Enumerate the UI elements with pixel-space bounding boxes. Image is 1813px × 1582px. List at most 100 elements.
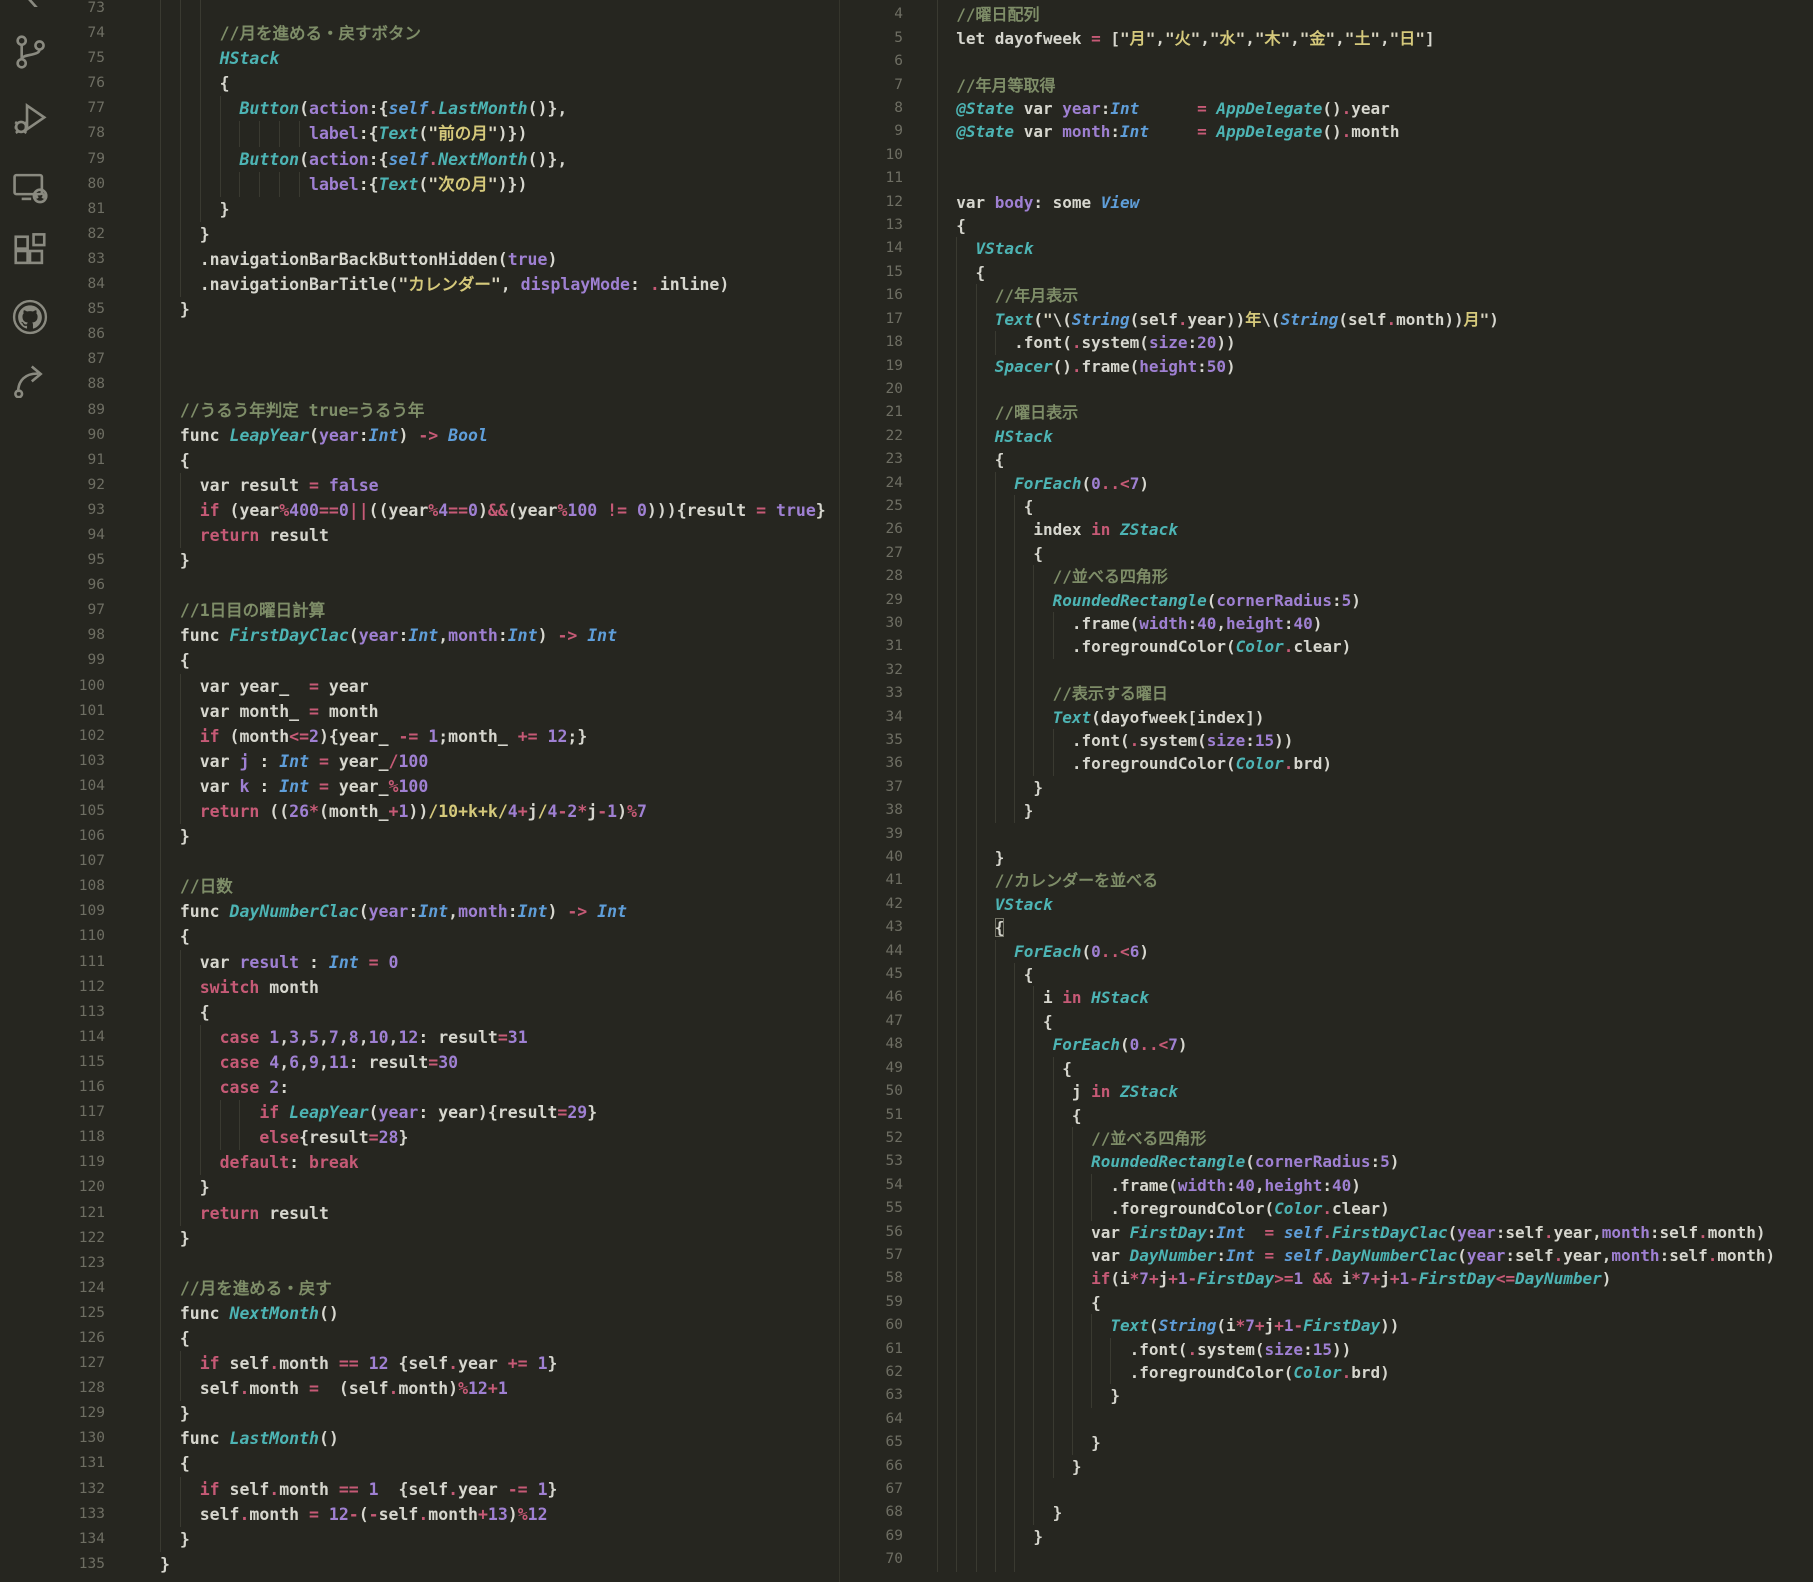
code-line[interactable]: 43 {: [840, 916, 1813, 939]
line-number[interactable]: 17: [840, 308, 903, 331]
code-line[interactable]: 109 func DayNumberClac(year:Int,month:In…: [60, 899, 839, 924]
code-line[interactable]: 105 return ((26*(month_+1))/10+k+k/4+j/4…: [60, 799, 839, 824]
code-line[interactable]: 81 }: [60, 197, 839, 222]
code-line[interactable]: 39: [840, 823, 1813, 846]
search-icon[interactable]: [11, 0, 49, 7]
code-line[interactable]: 115 case 4,6,9,11: result=30: [60, 1050, 839, 1075]
line-number[interactable]: 45: [840, 963, 903, 986]
code-line[interactable]: 106 }: [60, 824, 839, 849]
line-number[interactable]: 78: [60, 121, 105, 146]
line-number[interactable]: 129: [60, 1401, 105, 1426]
line-number[interactable]: 107: [60, 849, 105, 874]
code-line[interactable]: 97 //1日目の曜日計算: [60, 598, 839, 623]
line-number[interactable]: 82: [60, 222, 105, 247]
line-number[interactable]: 135: [60, 1552, 105, 1577]
code-line[interactable]: 49 {: [840, 1057, 1813, 1080]
code-line[interactable]: 44 ForEach(0..<6): [840, 940, 1813, 963]
line-number[interactable]: 104: [60, 774, 105, 799]
line-number[interactable]: 97: [60, 598, 105, 623]
code-line[interactable]: 38 }: [840, 799, 1813, 822]
line-number[interactable]: 47: [840, 1010, 903, 1033]
line-number[interactable]: 43: [840, 916, 903, 939]
code-line[interactable]: 27 {: [840, 542, 1813, 565]
line-number[interactable]: 88: [60, 372, 105, 397]
line-number[interactable]: 31: [840, 635, 903, 658]
line-number[interactable]: 110: [60, 924, 105, 949]
code-line[interactable]: 132 if self.month == 1 {self.year -= 1}: [60, 1477, 839, 1502]
code-line[interactable]: 93 if (year%400==0||((year%4==0)&&(year%…: [60, 498, 839, 523]
line-number[interactable]: 81: [60, 197, 105, 222]
code-line[interactable]: 83 .navigationBarBackButtonHidden(true): [60, 247, 839, 272]
line-number[interactable]: 118: [60, 1125, 105, 1150]
line-number[interactable]: 113: [60, 1000, 105, 1025]
line-number[interactable]: 74: [60, 21, 105, 46]
code-line[interactable]: 29 RoundedRectangle(cornerRadius:5): [840, 589, 1813, 612]
line-number[interactable]: 26: [840, 518, 903, 541]
line-number[interactable]: 66: [840, 1455, 903, 1478]
code-line[interactable]: 90 func LeapYear(year:Int) -> Bool: [60, 423, 839, 448]
line-number[interactable]: 98: [60, 623, 105, 648]
line-number[interactable]: 124: [60, 1276, 105, 1301]
line-number[interactable]: 100: [60, 674, 105, 699]
code-line[interactable]: 121 return result: [60, 1201, 839, 1226]
code-line[interactable]: 16 //年月表示: [840, 284, 1813, 307]
line-number[interactable]: 59: [840, 1291, 903, 1314]
line-number[interactable]: 133: [60, 1502, 105, 1527]
source-control-icon[interactable]: [11, 33, 49, 71]
code-line[interactable]: 30 .frame(width:40,height:40): [840, 612, 1813, 635]
extensions-icon[interactable]: [11, 232, 49, 270]
code-line[interactable]: 87: [60, 347, 839, 372]
code-line[interactable]: 25 {: [840, 495, 1813, 518]
line-number[interactable]: 111: [60, 950, 105, 975]
line-number[interactable]: 86: [60, 322, 105, 347]
code-line[interactable]: 50 j in ZStack: [840, 1080, 1813, 1103]
code-line[interactable]: 64: [840, 1408, 1813, 1431]
code-line[interactable]: 22 HStack: [840, 425, 1813, 448]
line-number[interactable]: 18: [840, 331, 903, 354]
code-line[interactable]: 48 ForEach(0..<7): [840, 1033, 1813, 1056]
code-line[interactable]: 107: [60, 849, 839, 874]
line-number[interactable]: 63: [840, 1384, 903, 1407]
line-number[interactable]: 25: [840, 495, 903, 518]
code-line[interactable]: 42 VStack: [840, 893, 1813, 916]
run-debug-icon[interactable]: [11, 99, 49, 137]
line-number[interactable]: 49: [840, 1057, 903, 1080]
code-line[interactable]: 84 .navigationBarTitle("カレンダー", displayM…: [60, 272, 839, 297]
line-number[interactable]: 76: [60, 71, 105, 96]
code-line[interactable]: 56 var FirstDay:Int = self.FirstDayClac(…: [840, 1221, 1813, 1244]
code-line[interactable]: 129 }: [60, 1401, 839, 1426]
code-line[interactable]: 101 var month_ = month: [60, 699, 839, 724]
line-number[interactable]: 14: [840, 237, 903, 260]
line-number[interactable]: 7: [840, 74, 903, 97]
line-number[interactable]: 56: [840, 1221, 903, 1244]
line-number[interactable]: 34: [840, 706, 903, 729]
code-line[interactable]: 120 }: [60, 1175, 839, 1200]
line-number[interactable]: 42: [840, 893, 903, 916]
line-number[interactable]: 91: [60, 448, 105, 473]
line-number[interactable]: 4: [840, 3, 903, 26]
line-number[interactable]: 54: [840, 1174, 903, 1197]
code-line[interactable]: 35 .font(.system(size:15)): [840, 729, 1813, 752]
code-line[interactable]: 66 }: [840, 1455, 1813, 1478]
line-number[interactable]: 121: [60, 1201, 105, 1226]
line-number[interactable]: 15: [840, 261, 903, 284]
code-line[interactable]: 46 i in HStack: [840, 986, 1813, 1009]
code-line[interactable]: 110 {: [60, 924, 839, 949]
code-line[interactable]: 18 .font(.system(size:20)): [840, 331, 1813, 354]
code-line[interactable]: 133 self.month = 12-(-self.month+13)%12: [60, 1502, 839, 1527]
line-number[interactable]: 96: [60, 573, 105, 598]
line-number[interactable]: 125: [60, 1301, 105, 1326]
line-number[interactable]: 101: [60, 699, 105, 724]
line-number[interactable]: 44: [840, 940, 903, 963]
code-line[interactable]: 74 //月を進める・戻すボタン: [60, 21, 839, 46]
line-number[interactable]: 84: [60, 272, 105, 297]
line-number[interactable]: 131: [60, 1451, 105, 1476]
code-line[interactable]: 88: [60, 372, 839, 397]
editor-pane-right[interactable]: 34 //曜日配列5 let dayofweek = ["月","火","水",…: [839, 0, 1813, 1582]
code-line[interactable]: 118 else{result=28}: [60, 1125, 839, 1150]
code-line[interactable]: 114 case 1,3,5,7,8,10,12: result=31: [60, 1025, 839, 1050]
line-number[interactable]: 48: [840, 1033, 903, 1056]
line-number[interactable]: 119: [60, 1150, 105, 1175]
line-number[interactable]: 106: [60, 824, 105, 849]
line-number[interactable]: 29: [840, 589, 903, 612]
